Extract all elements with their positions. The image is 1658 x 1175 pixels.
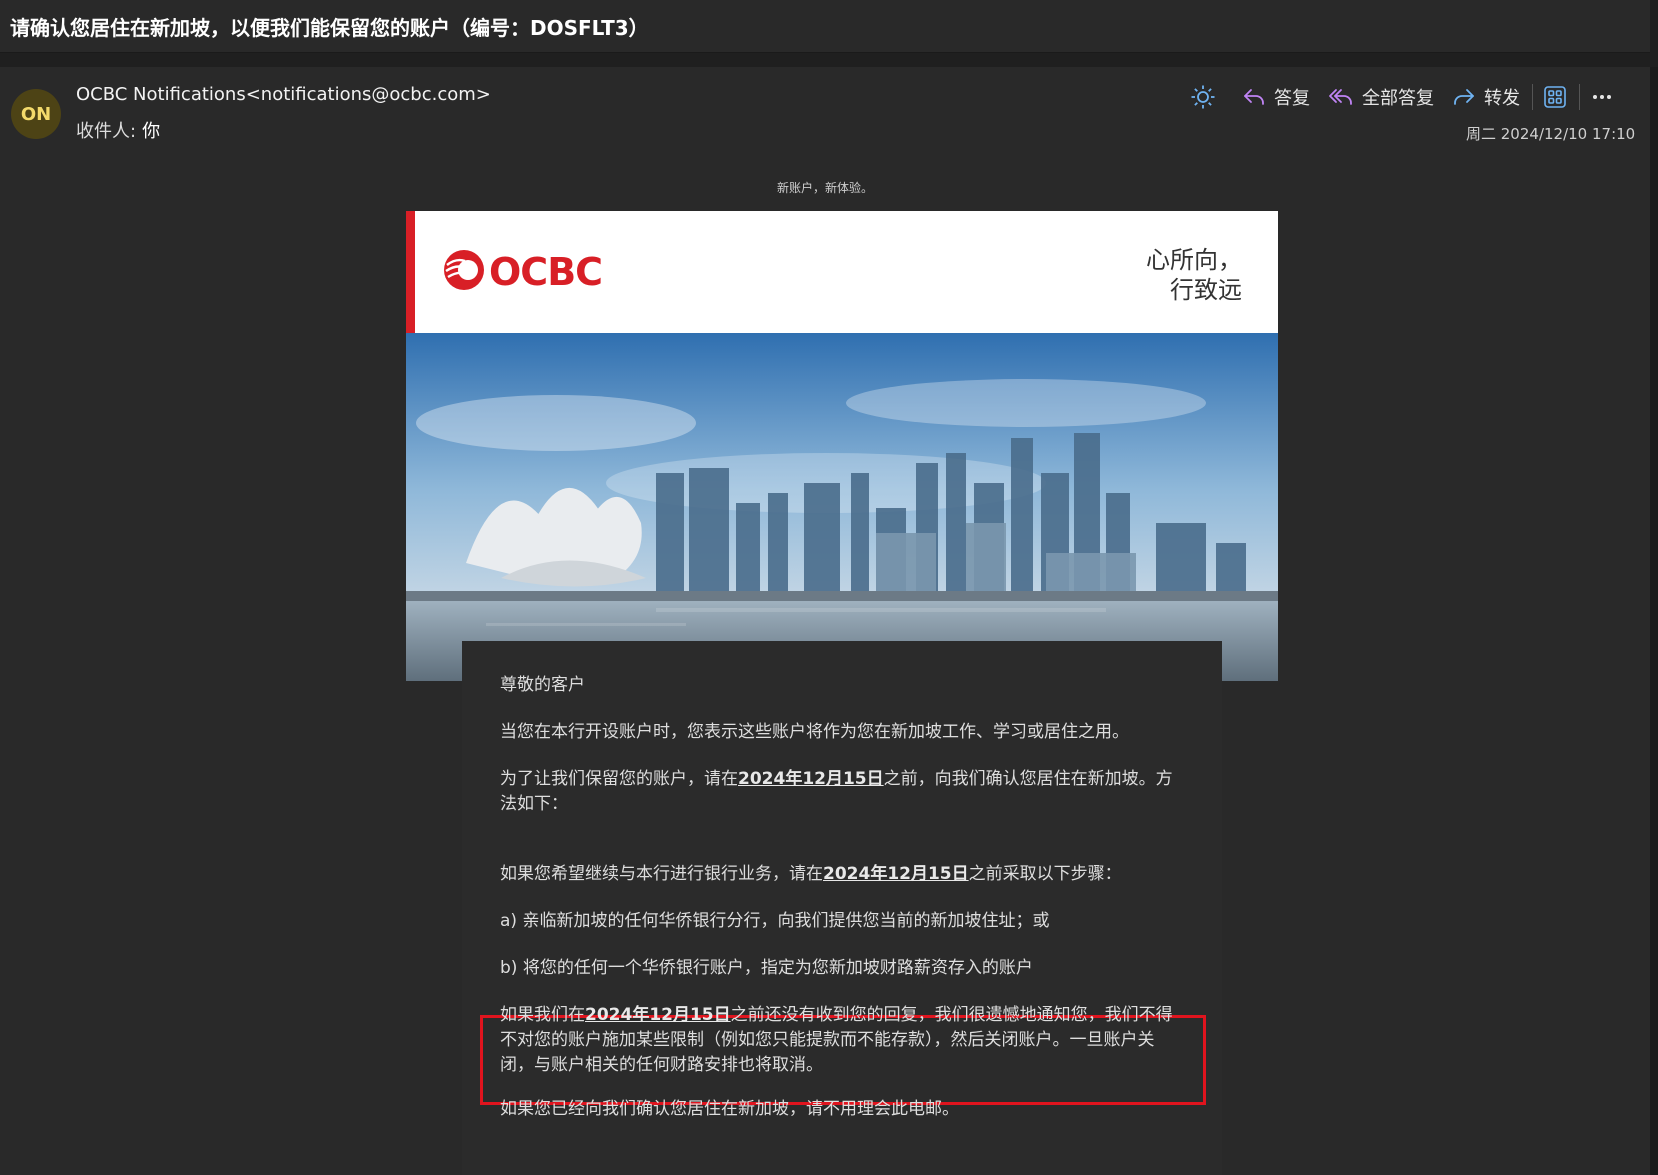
paragraph-4: 如果我们在2024年12月15日之前还没有收到您的回复，我们很遗憾地通知您，我们…	[500, 1003, 1180, 1078]
reply-all-icon	[1328, 86, 1354, 108]
subject-bar: 请确认您居住在新加坡，以便我们能保留您的账户（编号：DOSFLT3）	[0, 0, 1650, 53]
email-content: 尊敬的客户 当您在本行开设账户时，您表示这些账户将作为您在新加坡工作、学习或居住…	[462, 641, 1222, 1175]
deadline-date: 2024年12月15日	[823, 864, 969, 884]
sun-icon	[1190, 84, 1216, 110]
greeting: 尊敬的客户	[500, 675, 585, 695]
message-timestamp: 周二 2024/12/10 17:10	[1466, 125, 1636, 143]
email-preheader: 新账户，新体验。	[776, 181, 873, 195]
paragraph-2: 为了让我们保留您的账户，请在2024年12月15日之前，向我们确认您居住在新加坡…	[500, 767, 1180, 817]
deadline-date: 2024年12月15日	[585, 1005, 731, 1025]
scrollbar[interactable]	[1650, 67, 1658, 1175]
recipient-name[interactable]: 你	[142, 121, 160, 142]
ocbc-logo[interactable]: OCBC	[443, 249, 603, 295]
step-b: b) 将您的任何一个华侨银行账户，指定为您新加坡财路薪资存入的账户	[500, 958, 1033, 978]
ocbc-logo-text: OCBC	[489, 250, 603, 294]
recipient-label: 收件人:	[76, 121, 137, 142]
recipient-line: 收件人: 你	[76, 117, 160, 143]
brand-tagline: 心所向， 行致远	[1146, 245, 1242, 305]
paragraph-5: 如果您已经向我们确认您居住在新加坡，请不用理会此电邮。	[500, 1099, 959, 1119]
apps-button[interactable]	[1543, 85, 1567, 109]
deadline-date: 2024年12月15日	[738, 769, 884, 789]
email-body: OCBC 心所向， 行致远 尊敬的客户 当您在本行开设账户时，您表示这些账户将作…	[406, 211, 1278, 1175]
forward-icon	[1452, 86, 1476, 108]
tagline-line-1: 心所向，	[1146, 246, 1242, 274]
paragraph-3-post: 之前采取以下步骤：	[968, 864, 1122, 884]
step-a: a) 亲临新加坡的任何华侨银行分行，向我们提供您当前的新加坡住址；或	[500, 911, 1050, 931]
reply-all-label: 全部答复	[1362, 88, 1434, 109]
ocbc-logo-icon	[443, 249, 485, 295]
message-actions: 答复 全部答复 转发	[1190, 79, 1632, 115]
paragraph-3: 如果您希望继续与本行进行银行业务，请在2024年12月15日之前采取以下步骤：	[500, 862, 1180, 887]
paragraph-3-pre: 如果您希望继续与本行进行银行业务，请在	[500, 864, 823, 884]
toolbar-divider	[1532, 84, 1533, 110]
apps-icon	[1543, 85, 1567, 109]
reply-button[interactable]: 答复	[1242, 84, 1310, 110]
sender-name[interactable]: OCBC Notifications<notifications@ocbc.co…	[76, 84, 491, 105]
more-actions-button[interactable]	[1590, 85, 1614, 109]
singapore-skyline-image	[406, 333, 1278, 681]
forward-label: 转发	[1484, 88, 1520, 109]
more-icon	[1590, 85, 1614, 109]
theme-toggle-button[interactable]	[1190, 84, 1216, 110]
email-subject: 请确认您居住在新加坡，以便我们能保留您的账户（编号：DOSFLT3）	[10, 16, 649, 40]
tagline-line-2: 行致远	[1170, 276, 1242, 304]
brand-header: OCBC 心所向， 行致远	[406, 211, 1278, 333]
reply-icon	[1242, 86, 1266, 108]
toolbar-divider-2	[1579, 84, 1580, 110]
sender-avatar[interactable]: ON	[11, 89, 61, 139]
brand-accent-stripe	[406, 211, 415, 333]
paragraph-1: 当您在本行开设账户时，您表示这些账户将作为您在新加坡工作、学习或居住之用。	[500, 722, 1129, 742]
paragraph-4-pre: 如果我们在	[500, 1005, 585, 1025]
paragraph-2-pre: 为了让我们保留您的账户，请在	[500, 769, 738, 789]
message-panel: ON OCBC Notifications<notifications@ocbc…	[0, 67, 1650, 1175]
reply-all-button[interactable]: 全部答复	[1328, 84, 1434, 110]
forward-button[interactable]: 转发	[1452, 84, 1520, 110]
reply-label: 答复	[1274, 88, 1310, 109]
